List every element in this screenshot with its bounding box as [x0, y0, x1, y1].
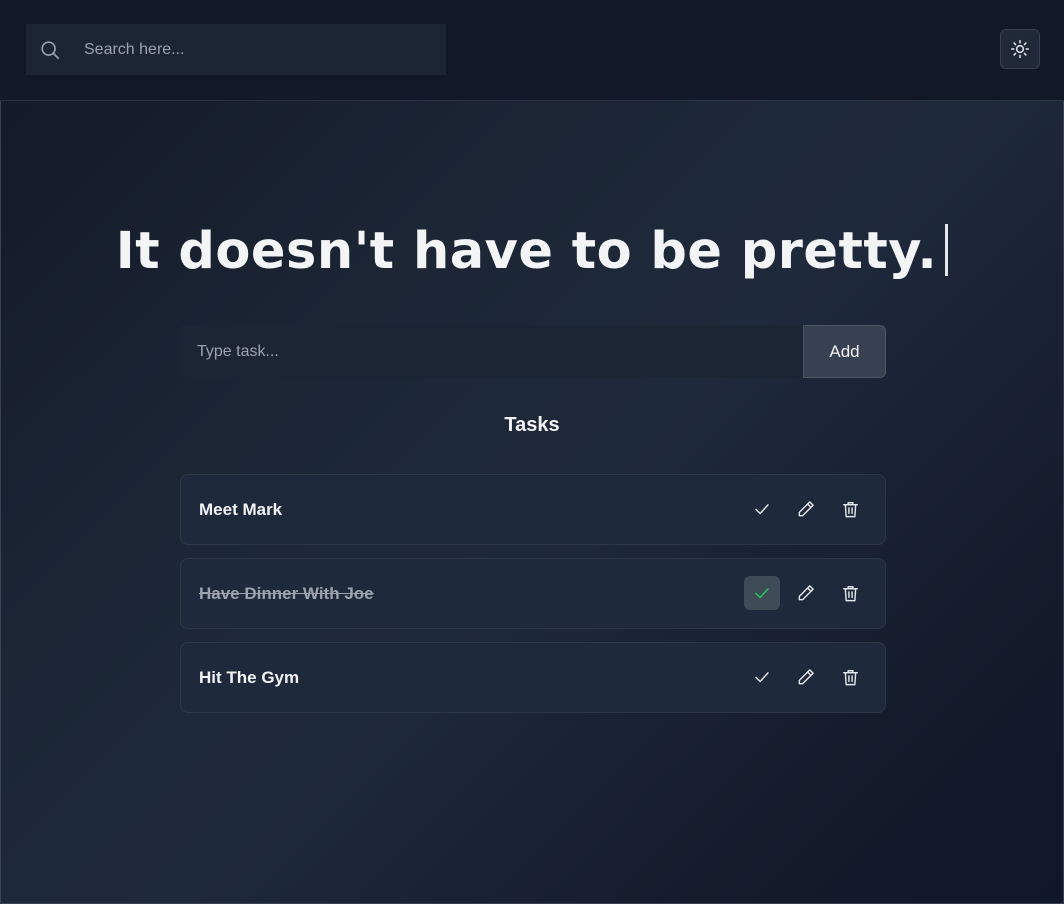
headline-text: It doesn't have to be pretty.: [115, 222, 938, 281]
sun-icon: [1010, 39, 1030, 59]
page-headline: It doesn't have to be pretty.: [0, 222, 1064, 281]
pencil-icon: [796, 583, 816, 603]
tasks-heading: Tasks: [504, 414, 560, 436]
add-task-button[interactable]: Add: [803, 325, 886, 378]
task-item: Have Dinner With Joe: [180, 558, 886, 629]
search-box[interactable]: [26, 24, 446, 75]
check-icon: [753, 500, 771, 518]
check-icon: [753, 668, 771, 686]
complete-task-button[interactable]: [744, 492, 780, 526]
edit-task-button[interactable]: [788, 660, 824, 694]
complete-task-button[interactable]: [744, 660, 780, 694]
typing-caret: [945, 224, 949, 276]
task-label: Meet Mark: [199, 500, 283, 519]
top-bar: [0, 0, 1064, 101]
task-label: Have Dinner With Joe: [199, 584, 374, 603]
task-input[interactable]: [180, 325, 803, 378]
pencil-icon: [796, 499, 816, 519]
delete-task-button[interactable]: [832, 492, 868, 526]
delete-task-button[interactable]: [832, 576, 868, 610]
task-item: Meet Mark: [180, 474, 886, 545]
search-icon: [39, 39, 61, 61]
check-icon: [753, 584, 771, 602]
search-input[interactable]: [84, 24, 434, 75]
theme-toggle-button[interactable]: [1000, 29, 1040, 69]
pencil-icon: [796, 667, 816, 687]
task-label: Hit The Gym: [199, 668, 300, 687]
trash-icon: [841, 500, 860, 519]
trash-icon: [841, 584, 860, 603]
trash-icon: [841, 668, 860, 687]
edit-task-button[interactable]: [788, 492, 824, 526]
task-list: Meet Mark Have Dinner With Joe Hit The G…: [180, 474, 886, 726]
complete-task-button[interactable]: [744, 576, 780, 610]
task-item: Hit The Gym: [180, 642, 886, 713]
add-task-form: Add: [180, 325, 886, 378]
window-frame: [0, 0, 1064, 904]
edit-task-button[interactable]: [788, 576, 824, 610]
delete-task-button[interactable]: [832, 660, 868, 694]
